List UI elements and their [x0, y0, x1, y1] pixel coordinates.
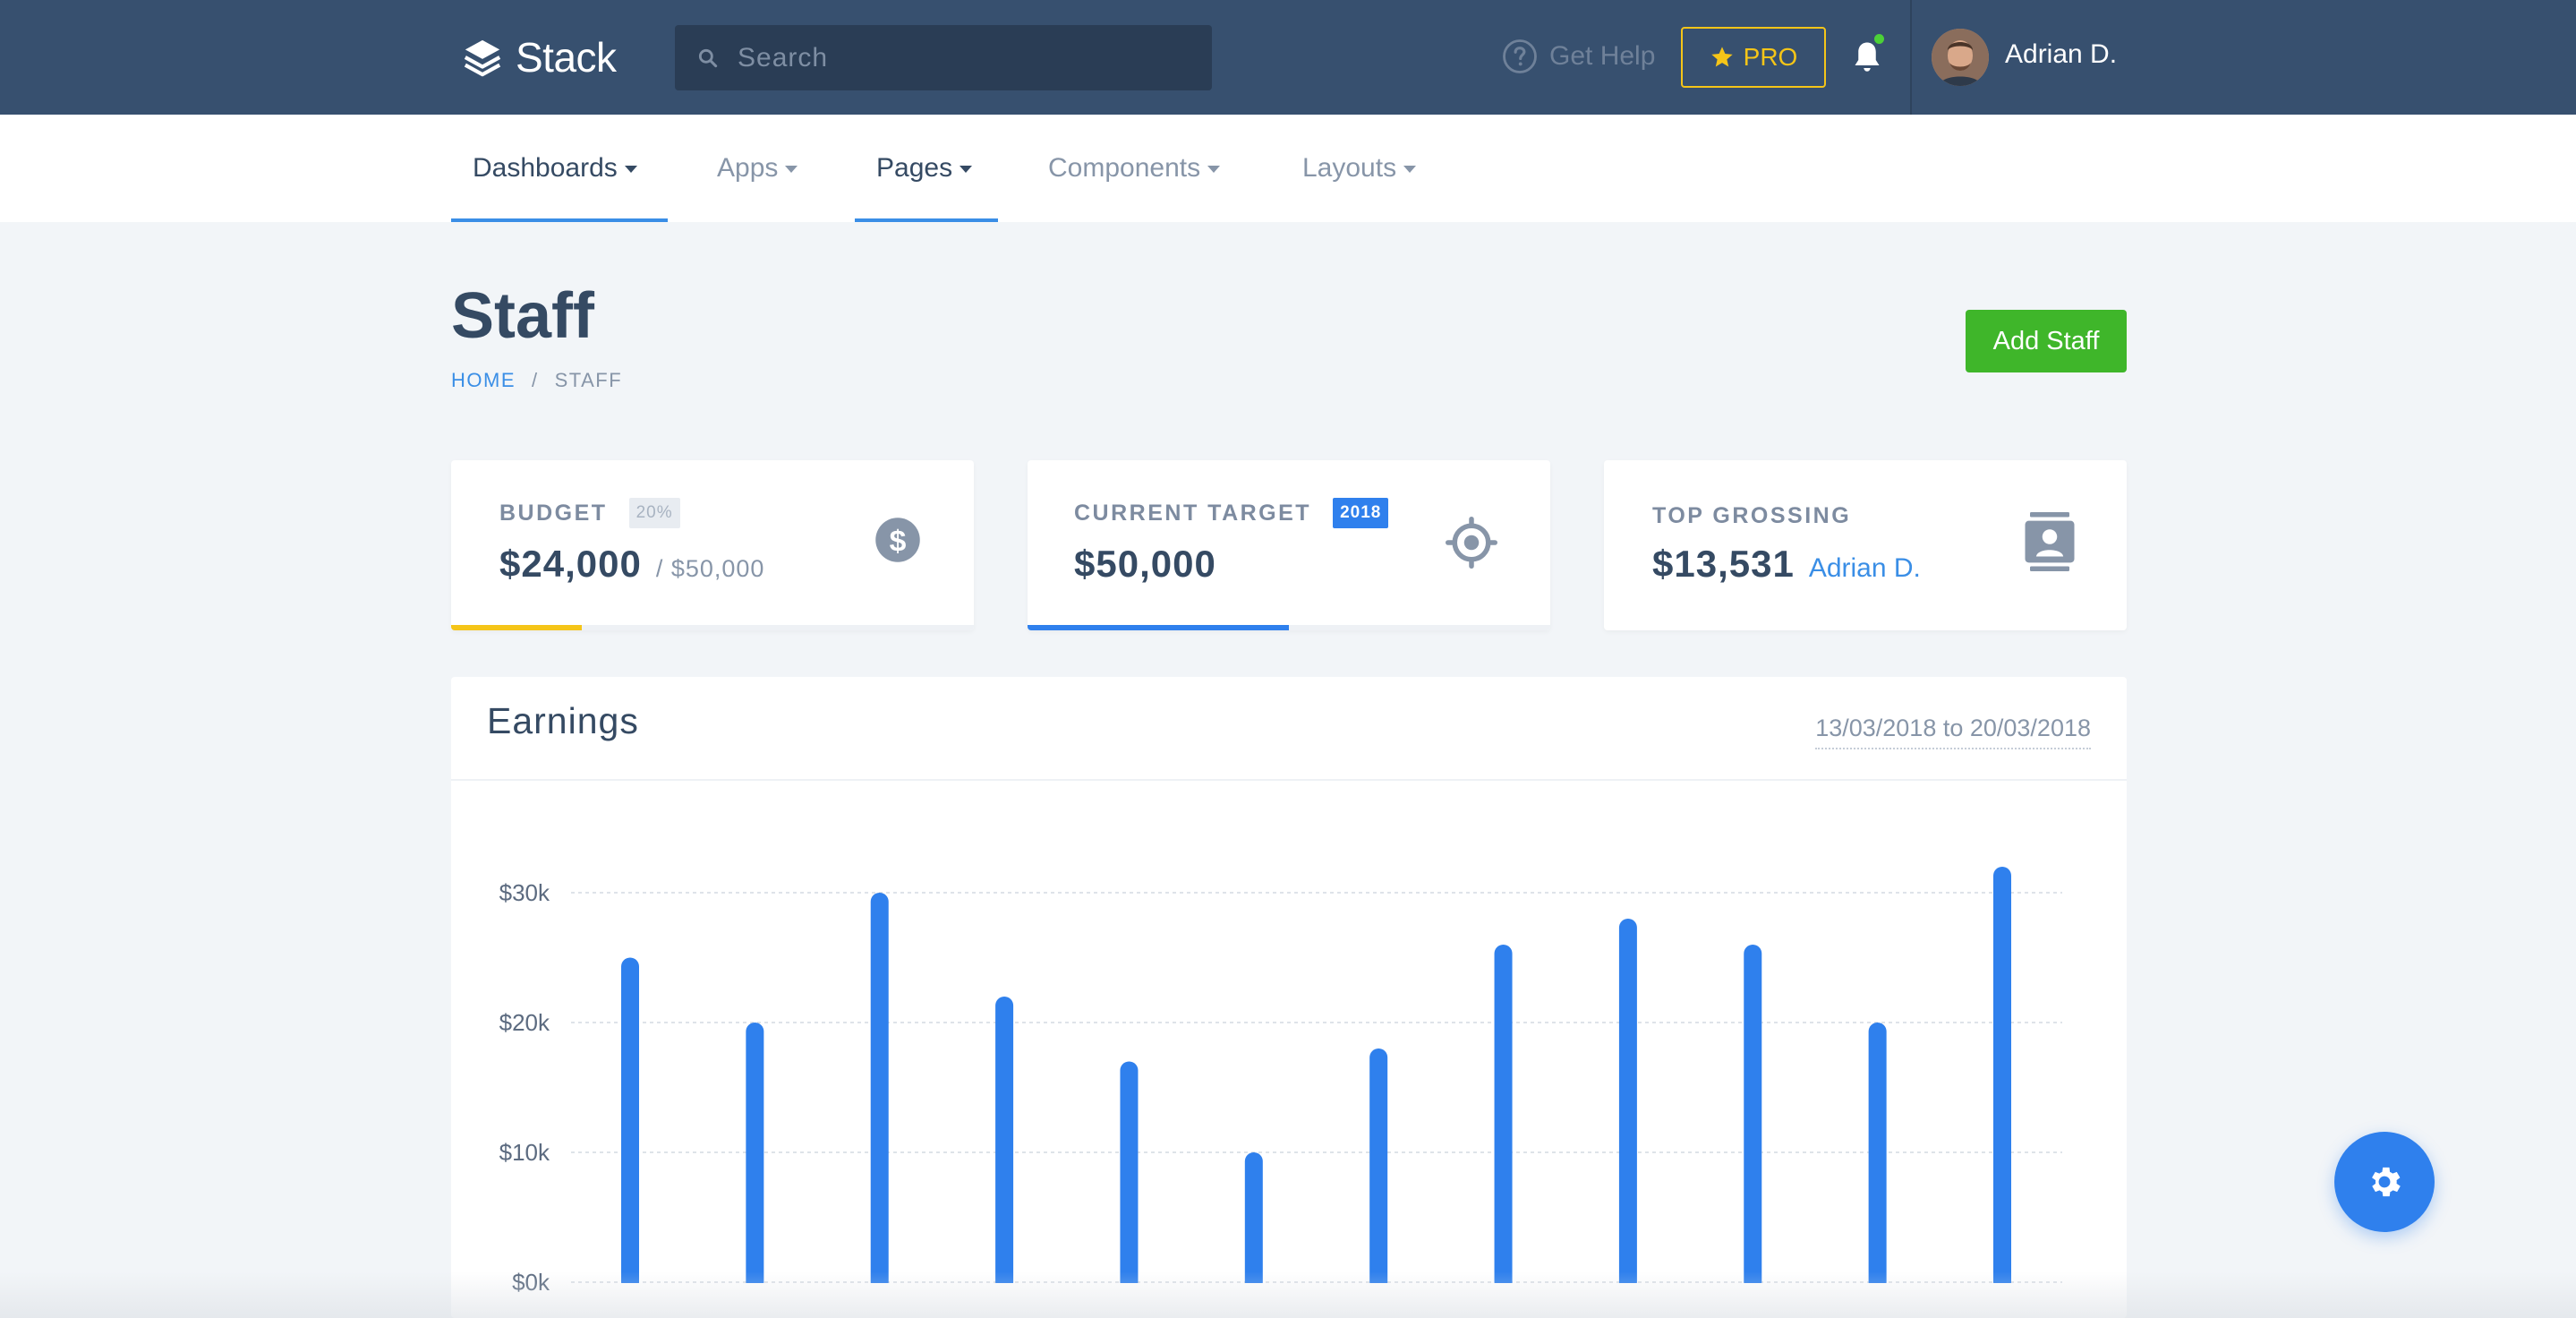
y-tick-label: $30k — [499, 879, 550, 906]
main-nav: Dashboards Apps Pages Components Layouts — [0, 115, 2576, 222]
search-box[interactable] — [675, 25, 1212, 90]
settings-fab-button[interactable] — [2334, 1132, 2435, 1232]
current-target-card: CURRENT TARGET 2018 $50,000 — [1028, 460, 1550, 630]
caret-down-icon — [785, 166, 798, 173]
budget-total: / $50,000 — [655, 555, 765, 582]
brand-logo[interactable]: Stack — [462, 32, 617, 82]
top-grossing-value-row: $13,531 Adrian D. — [1652, 543, 1921, 586]
chart-bar[interactable] — [621, 957, 639, 1292]
chart-bar[interactable] — [1993, 867, 2011, 1291]
add-staff-button[interactable]: Add Staff — [1966, 310, 2127, 372]
caret-down-icon — [1403, 166, 1417, 173]
chart-bar[interactable] — [870, 893, 889, 1291]
caret-down-icon — [960, 166, 973, 173]
brand-name: Stack — [516, 34, 617, 81]
chart-bar[interactable] — [995, 997, 1014, 1291]
y-tick-label: $20k — [499, 1009, 550, 1036]
top-grossing-card: TOP GROSSING $13,531 Adrian D. — [1604, 460, 2127, 630]
target-progress-bar — [1028, 625, 1550, 630]
breadcrumb-current: STAFF — [554, 369, 623, 391]
caret-down-icon — [624, 166, 637, 173]
search-icon — [698, 48, 718, 67]
nav-item-components[interactable]: Components — [1048, 115, 1221, 222]
target-value-row: $50,000 — [1074, 543, 1216, 586]
chart-bar[interactable] — [1494, 945, 1513, 1291]
get-help-link[interactable]: Get Help — [1501, 38, 1655, 75]
search-input[interactable] — [738, 42, 1203, 73]
nav-item-apps[interactable]: Apps — [717, 115, 798, 222]
nav-item-layouts[interactable]: Layouts — [1302, 115, 1417, 222]
y-tick-label: $10k — [499, 1139, 550, 1166]
dollar-circle-icon: $ — [875, 518, 920, 562]
avatar-image — [1932, 29, 1989, 86]
top-bar: Stack Get Help PRO — [0, 0, 2576, 115]
nav-item-label: Components — [1048, 153, 1201, 183]
page-title: Staff — [451, 280, 594, 352]
target-year-badge: 2018 — [1333, 498, 1389, 528]
nav-item-pages[interactable]: Pages — [876, 115, 973, 222]
earnings-panel: Earnings 13/03/2018 to 20/03/2018 $0k $10… — [451, 677, 2127, 1318]
top-grossing-label: TOP GROSSING — [1652, 503, 1852, 528]
nav-item-label: Apps — [717, 153, 779, 183]
breadcrumb-home-link[interactable]: HOME — [451, 369, 516, 392]
caret-down-icon — [1207, 166, 1221, 173]
budget-percent-badge: 20% — [628, 498, 680, 528]
user-divider — [1910, 0, 1912, 115]
star-icon — [1710, 47, 1733, 67]
pro-button[interactable]: PRO — [1681, 27, 1826, 88]
nav-active-indicator — [451, 218, 668, 222]
target-label: CURRENT TARGET — [1074, 500, 1312, 526]
chart-bar[interactable] — [1369, 1048, 1388, 1291]
chart-bar[interactable] — [1744, 945, 1762, 1291]
chart-baseline-mask — [571, 1283, 2062, 1318]
stack-logo-icon — [464, 39, 501, 77]
nav-item-label: Dashboards — [473, 153, 618, 183]
chart-bar[interactable] — [1120, 1061, 1139, 1292]
target-progress-fill — [1028, 625, 1289, 630]
notification-dot — [1874, 34, 1884, 44]
user-name[interactable]: Adrian D. — [2005, 39, 2117, 70]
budget-value: $24,000 — [499, 543, 642, 585]
get-help-label: Get Help — [1549, 41, 1656, 71]
budget-progress-bar — [451, 625, 974, 630]
breadcrumb: HOME / STAFF — [451, 369, 622, 392]
target-label-row: CURRENT TARGET 2018 — [1074, 498, 1389, 528]
chart-bar[interactable] — [746, 1023, 764, 1291]
target-value: $50,000 — [1074, 543, 1216, 585]
contact-card-icon — [2025, 512, 2075, 571]
avatar[interactable] — [1932, 29, 1989, 86]
chart-bar[interactable] — [1868, 1023, 1887, 1291]
budget-value-row: $24,000 / $50,000 — [499, 543, 764, 586]
top-grossing-person-link[interactable]: Adrian D. — [1809, 553, 1921, 584]
y-tick-label: $0k — [512, 1269, 550, 1296]
top-grossing-value: $13,531 — [1652, 543, 1795, 585]
budget-progress-fill — [451, 625, 582, 630]
top-grossing-label-row: TOP GROSSING — [1652, 503, 1851, 529]
breadcrumb-separator: / — [532, 369, 539, 391]
bell-icon[interactable] — [1851, 39, 1883, 75]
budget-card: BUDGET 20% $24,000 / $50,000 $ — [451, 460, 974, 630]
budget-label-row: BUDGET 20% — [499, 498, 680, 528]
earnings-bar-chart: $0k $10k $20k $30k — [499, 867, 2062, 1318]
budget-label: BUDGET — [499, 500, 608, 526]
nav-item-label: Layouts — [1302, 153, 1397, 183]
target-crosshair-icon — [1446, 517, 1497, 569]
chart-bar[interactable] — [1244, 1152, 1263, 1291]
nav-active-indicator — [855, 218, 998, 222]
chart-bar[interactable] — [1618, 919, 1637, 1291]
pro-label: PRO — [1743, 43, 1798, 71]
question-circle-icon — [1503, 39, 1537, 73]
svg-text:$: $ — [890, 524, 907, 558]
nav-item-label: Pages — [876, 153, 953, 183]
gear-icon — [2372, 1167, 2401, 1197]
nav-item-dashboards[interactable]: Dashboards — [473, 115, 637, 222]
